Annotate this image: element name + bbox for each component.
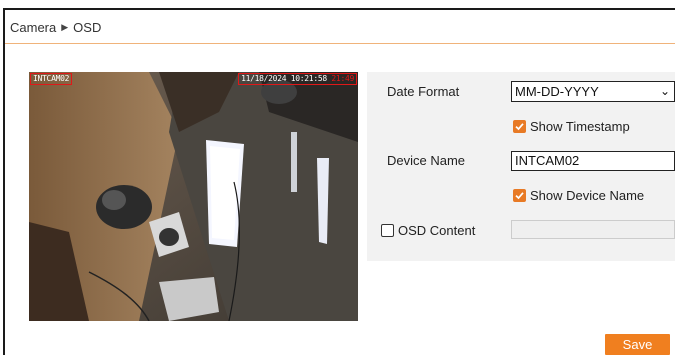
date-format-value: MM-DD-YYYY: [515, 84, 599, 99]
osd-content-checkbox[interactable]: [381, 224, 394, 237]
show-timestamp-checkbox[interactable]: [513, 120, 526, 133]
osd-timestamp-text: 11/18/2024 10:21:58: [241, 74, 327, 83]
show-device-name-label: Show Device Name: [530, 188, 645, 203]
device-name-label: Device Name: [387, 153, 466, 168]
osd-device-name-overlay: INTCAM02: [30, 73, 73, 85]
breadcrumb-arrow-icon: ▶: [61, 22, 69, 32]
osd-content-label: OSD Content: [398, 223, 476, 238]
checkmark-icon: [515, 192, 524, 200]
show-timestamp-row[interactable]: Show Timestamp: [513, 119, 630, 134]
osd-content-row[interactable]: OSD Content: [381, 223, 475, 238]
device-name-input[interactable]: INTCAM02: [511, 151, 675, 171]
date-format-select[interactable]: MM-DD-YYYY ⌄: [511, 81, 675, 102]
osd-timestamp-overlay: 11/18/2024 10:21:58 21:49: [238, 73, 357, 85]
date-format-label: Date Format: [387, 84, 460, 99]
chevron-down-icon: ⌄: [659, 84, 670, 98]
show-device-name-row[interactable]: Show Device Name: [513, 188, 644, 203]
show-device-name-checkbox[interactable]: [513, 189, 526, 202]
checkmark-icon: [515, 123, 524, 131]
breadcrumb-osd: OSD: [73, 20, 102, 35]
osd-timestamp-highlight: 21:49: [331, 74, 354, 83]
camera-image: [29, 72, 358, 321]
breadcrumb-camera[interactable]: Camera: [10, 20, 56, 35]
save-button[interactable]: Save: [605, 334, 670, 355]
breadcrumb: Camera ▶ OSD: [10, 20, 101, 35]
osd-content-input[interactable]: [511, 220, 675, 239]
camera-preview: INTCAM02 11/18/2024 10:21:58 21:49: [29, 72, 358, 321]
show-timestamp-label: Show Timestamp: [530, 119, 630, 134]
header-divider: [5, 43, 675, 44]
